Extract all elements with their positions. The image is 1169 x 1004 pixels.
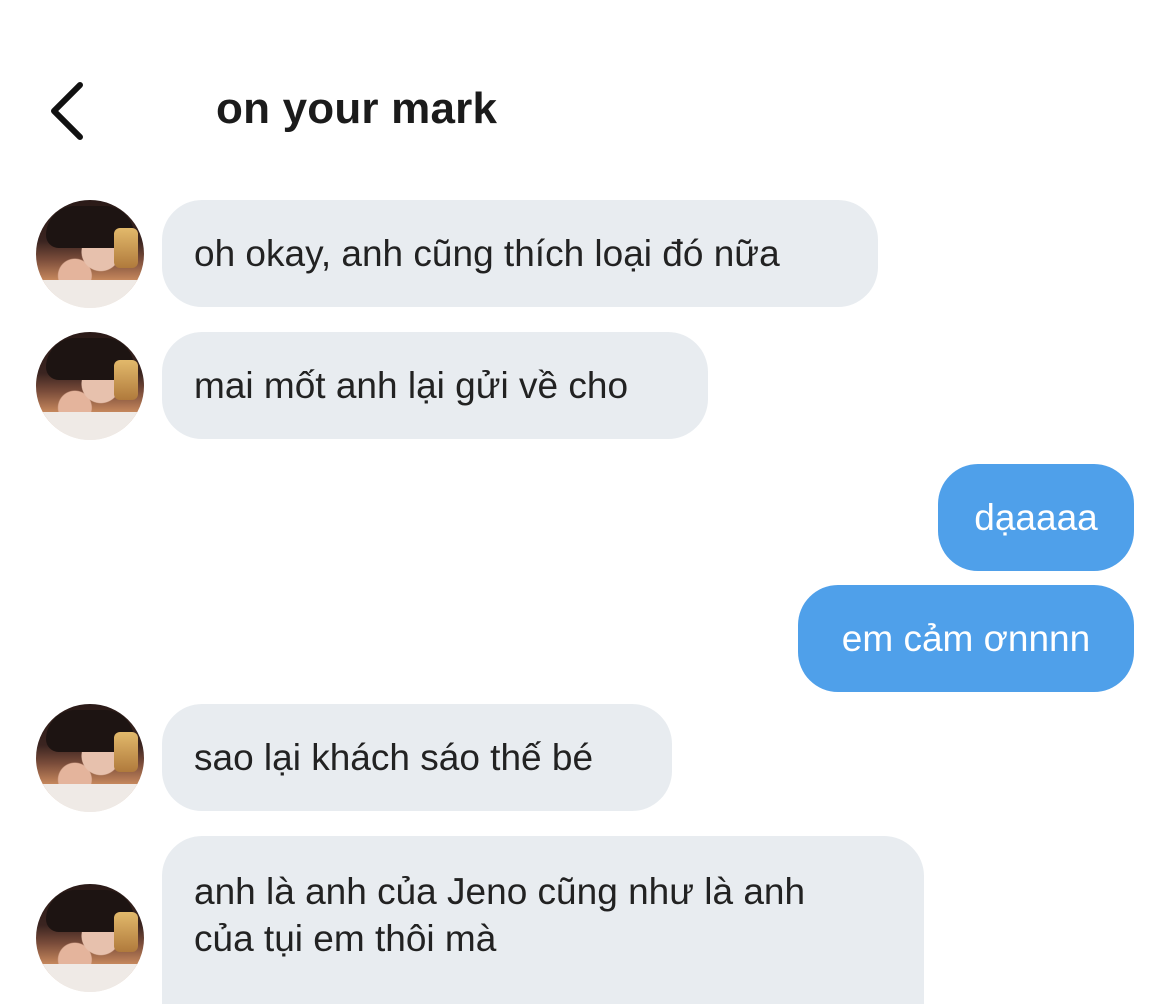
message-text: dạaaaa xyxy=(974,497,1098,538)
message-text: oh okay, anh cũng thích loại đó nữa xyxy=(194,233,780,274)
avatar[interactable] xyxy=(36,884,144,992)
avatar[interactable] xyxy=(36,200,144,308)
avatar[interactable] xyxy=(36,332,144,440)
message-bubble-incoming[interactable]: sao lại khách sáo thế bé xyxy=(162,704,672,811)
message-bubble-outgoing[interactable]: em cảm ơnnnn xyxy=(798,585,1134,692)
avatar[interactable] xyxy=(36,704,144,812)
message-bubble-incoming[interactable]: anh là anh của Jeno cũng như là anh của … xyxy=(162,836,924,1004)
chevron-left-icon xyxy=(51,82,83,140)
message-text: sao lại khách sáo thế bé xyxy=(194,737,594,778)
chat-screen: on your mark oh okay, anh cũng thích loạ… xyxy=(0,0,1169,1004)
back-button[interactable] xyxy=(40,78,92,144)
message-bubble-incoming[interactable]: mai mốt anh lại gửi về cho xyxy=(162,332,708,439)
message-bubble-outgoing[interactable]: dạaaaa xyxy=(938,464,1134,571)
message-bubble-incoming[interactable]: oh okay, anh cũng thích loại đó nữa xyxy=(162,200,878,307)
message-text: mai mốt anh lại gửi về cho xyxy=(194,365,629,406)
message-text-line: anh là anh của Jeno cũng như là anh xyxy=(194,871,806,912)
conversation-title: on your mark xyxy=(216,84,498,133)
message-text-line: của tụi em thôi mà xyxy=(194,918,497,959)
message-text: em cảm ơnnnn xyxy=(841,618,1091,659)
